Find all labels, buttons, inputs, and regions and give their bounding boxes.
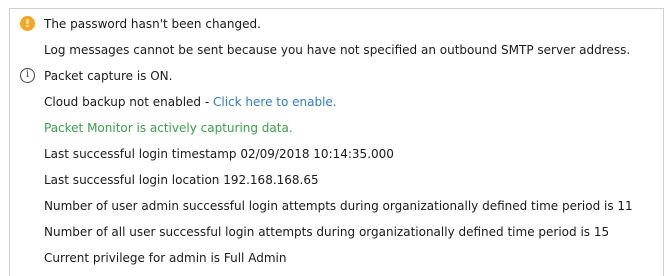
cloud-backup-label: Cloud backup not enabled - bbox=[44, 95, 213, 109]
message-text: Log messages cannot be sent because you … bbox=[44, 43, 631, 57]
message-text: Current privilege for admin is Full Admi… bbox=[44, 251, 287, 265]
message-password-warning: ! The password hasn't been changed. bbox=[10, 13, 663, 35]
enable-cloud-backup-link[interactable]: Click here to enable. bbox=[213, 95, 337, 109]
message-admin-login-attempts: Number of user admin successful login at… bbox=[10, 195, 663, 217]
message-text: Number of user admin successful login at… bbox=[44, 199, 633, 213]
message-current-privilege: Current privilege for admin is Full Admi… bbox=[10, 247, 663, 269]
message-text: Cloud backup not enabled - Click here to… bbox=[44, 91, 337, 113]
message-cloud-backup: Cloud backup not enabled - Click here to… bbox=[10, 91, 663, 113]
message-text: Packet Monitor is actively capturing dat… bbox=[44, 121, 293, 135]
info-icon: i bbox=[20, 68, 35, 83]
message-all-user-login-attempts: Number of all user successful login atte… bbox=[10, 221, 663, 243]
message-smtp: Log messages cannot be sent because you … bbox=[10, 39, 663, 61]
message-packet-capture: i Packet capture is ON. bbox=[10, 65, 663, 87]
warning-icon: ! bbox=[20, 16, 35, 31]
message-last-login-timestamp: Last successful login timestamp 02/09/20… bbox=[10, 143, 663, 165]
message-text: Last successful login location 192.168.1… bbox=[44, 173, 319, 187]
message-last-login-location: Last successful login location 192.168.1… bbox=[10, 169, 663, 191]
message-text: Number of all user successful login atte… bbox=[44, 225, 610, 239]
message-text: Packet capture is ON. bbox=[44, 69, 173, 83]
message-packet-monitor: Packet Monitor is actively capturing dat… bbox=[10, 117, 663, 139]
status-messages-panel: ! The password hasn't been changed. Log … bbox=[9, 8, 664, 276]
message-text: Last successful login timestamp 02/09/20… bbox=[44, 147, 394, 161]
message-text: The password hasn't been changed. bbox=[44, 17, 261, 31]
